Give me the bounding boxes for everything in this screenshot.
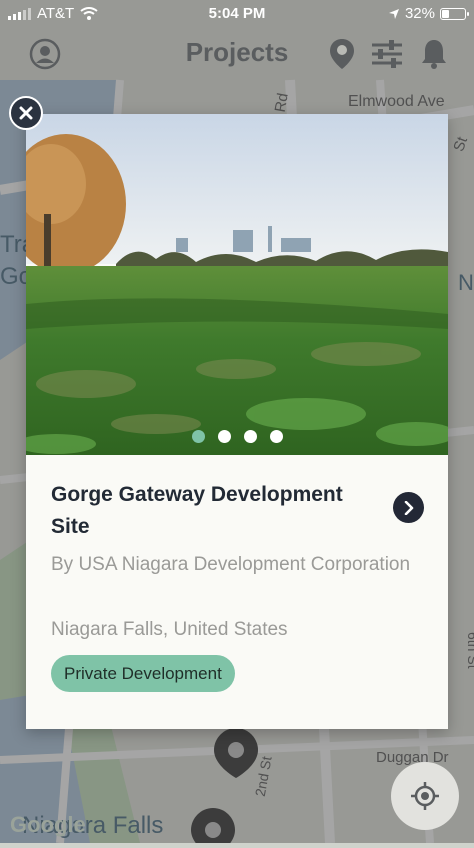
bell-icon xyxy=(422,40,446,69)
filter-sliders-icon xyxy=(372,40,402,68)
google-logo: Google xyxy=(10,812,86,837)
chevron-right-icon xyxy=(404,500,413,515)
carousel-dot[interactable] xyxy=(217,430,231,443)
project-developer: By USA Niagara Development Corporation xyxy=(51,554,411,575)
map-view-button[interactable] xyxy=(324,36,360,72)
map-pin-icon xyxy=(330,39,354,69)
status-bar: AT&T 5:04 PM 32% xyxy=(0,0,474,28)
project-photo xyxy=(26,114,448,455)
close-button[interactable] xyxy=(9,96,43,130)
project-name[interactable]: Gorge Gateway Development Site xyxy=(51,479,381,543)
carousel-dots xyxy=(26,430,448,443)
app-header: Projects xyxy=(0,28,474,80)
carousel-dot-active[interactable] xyxy=(191,430,205,443)
battery-percent: 32% xyxy=(404,5,435,22)
filter-button[interactable] xyxy=(369,36,405,72)
locate-crosshair-icon xyxy=(411,782,439,810)
project-card[interactable]: Gorge Gateway Development Site By USA Ni… xyxy=(26,114,448,729)
carousel-dot[interactable] xyxy=(243,430,257,443)
project-photo-carousel[interactable] xyxy=(26,114,448,455)
project-location: Niagara Falls, United States xyxy=(51,619,288,640)
project-type-badge: Private Development xyxy=(51,655,235,692)
notifications-button[interactable] xyxy=(416,36,452,72)
close-icon xyxy=(19,106,33,120)
locate-me-button[interactable] xyxy=(391,762,459,830)
open-project-button[interactable] xyxy=(393,492,424,523)
location-arrow-icon xyxy=(388,8,399,19)
battery-icon xyxy=(440,7,469,20)
carousel-dot[interactable] xyxy=(269,430,283,443)
project-info: Gorge Gateway Development Site By USA Ni… xyxy=(26,455,448,729)
